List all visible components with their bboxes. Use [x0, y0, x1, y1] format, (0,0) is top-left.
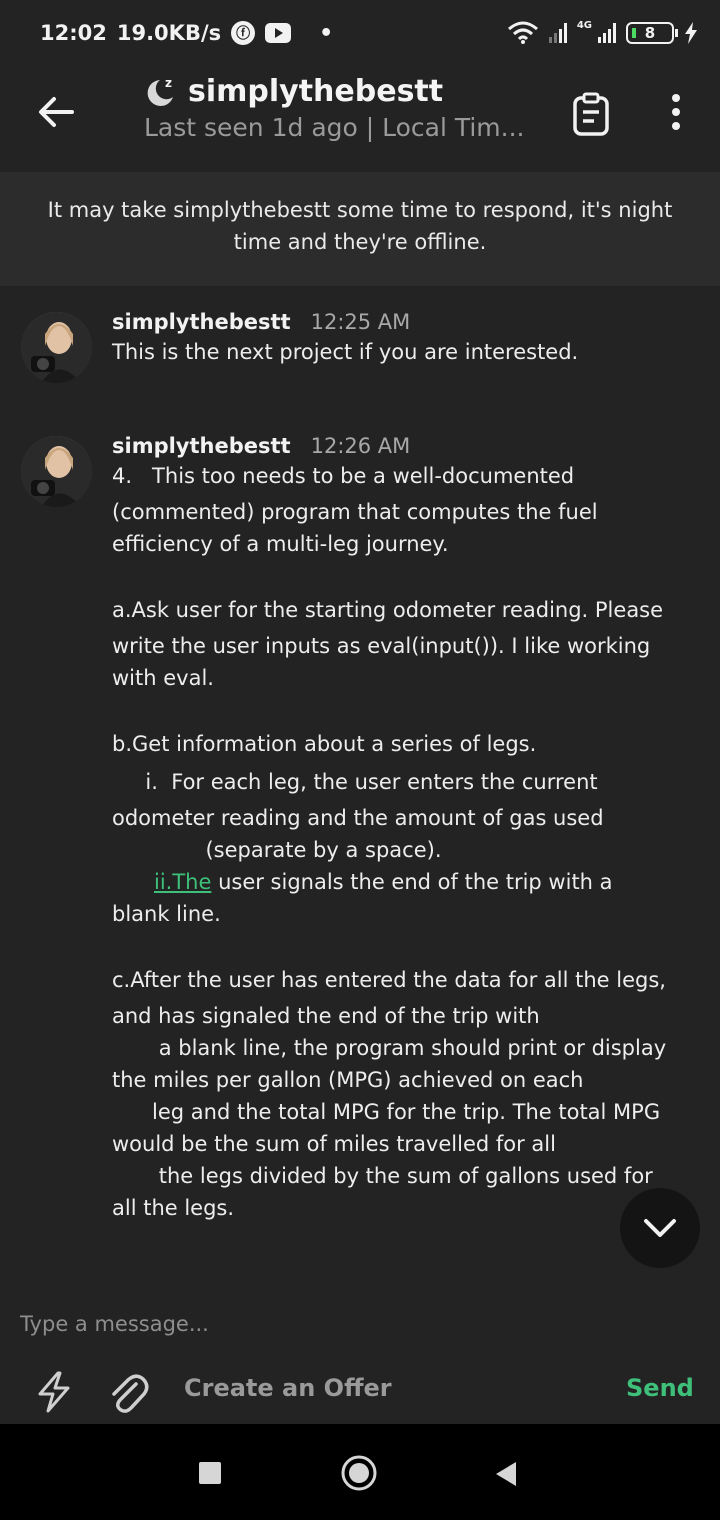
message-text-line: and has signaled the end of the trip wit… [112, 1004, 540, 1028]
status-bar: 12:02 19.0KB/s ⓕ • 4G 8 [0, 0, 720, 66]
message-text-line: the legs divided by the sum of gallons u… [112, 1164, 653, 1188]
scroll-down-chevron-icon [644, 1219, 676, 1237]
avatar-image [21, 312, 92, 383]
wifi-icon [507, 21, 538, 44]
message-text-line: odometer reading and the amount of gas u… [112, 806, 604, 830]
more-vertical-icon[interactable] [662, 92, 690, 136]
message-time: 12:26 AM [310, 434, 411, 458]
paperclip-icon[interactable] [106, 1370, 150, 1414]
message-text-line: a blank line, the program should print o… [112, 1036, 667, 1060]
notification-badge-icon: ⓕ [231, 21, 256, 45]
chat-title[interactable]: z simplythebestt Last seen 1d ago | Loca… [144, 74, 525, 142]
message-text-line: would be the sum of miles travelled for … [112, 1132, 556, 1156]
message-text-line: leg and the total MPG for the trip. The … [112, 1100, 661, 1124]
message-text-line: (separate by a space). [112, 838, 442, 862]
message-text: This is the next project if you are inte… [112, 340, 579, 364]
message-text-line: (commented) program that computes the fu… [112, 500, 598, 524]
message-text-line: i. For each leg, the user enters the cur… [112, 770, 598, 794]
signal-icon [548, 23, 567, 43]
scroll-down-button[interactable] [620, 1188, 700, 1268]
message-composer: Create an Offer Send [0, 1290, 720, 1424]
charging-icon [685, 22, 697, 44]
status-speed: 19.0KB/s [116, 21, 222, 45]
message-text-line: write the user inputs as eval(input()). … [112, 634, 651, 658]
lightning-icon[interactable] [34, 1370, 74, 1414]
home-circle-icon[interactable] [340, 1454, 378, 1492]
create-offer-button[interactable]: Create an Offer [184, 1374, 392, 1402]
message-time: 12:25 AM [310, 310, 411, 334]
network-type-label: 4G [576, 19, 592, 31]
message-text-fragment: user signals the end of the trip with a [211, 870, 613, 894]
more-notifications-dot-icon: • [319, 20, 334, 46]
sleep-moon-icon: z [147, 76, 173, 106]
recents-square-icon[interactable] [199, 1462, 221, 1484]
last-seen-status: Last seen 1d ago | Local Tim... [144, 113, 525, 142]
message-input[interactable] [20, 1306, 680, 1342]
clipboard-icon[interactable] [572, 92, 610, 136]
svg-text:z: z [165, 76, 172, 90]
back-arrow-icon[interactable] [36, 92, 76, 132]
avatar-image [21, 436, 92, 507]
chat-username: simplythebestt [188, 74, 444, 109]
battery-icon: 8 [626, 22, 678, 44]
chat-header: z simplythebestt Last seen 1d ago | Loca… [0, 66, 720, 166]
status-time: 12:02 [40, 21, 107, 45]
message-body: 4. This too needs to be a well-documente… [112, 464, 712, 1244]
message-sender[interactable]: simplythebestt [112, 434, 291, 458]
message-text-line: all the legs. [112, 1196, 235, 1220]
message-item: simplythebestt 12:25 AM This is the next… [0, 306, 720, 396]
message-text-line: a.Ask user for the starting odometer rea… [112, 598, 664, 622]
message-text-line-with-link: ii.The user signals the end of the trip … [154, 870, 613, 894]
message-text-line: 4. This too needs to be a well-documente… [112, 464, 575, 488]
message-sender[interactable]: simplythebestt [112, 310, 291, 334]
message-text-line: c.After the user has entered the data fo… [112, 968, 666, 992]
message-text-line: with eval. [112, 666, 214, 690]
signal-4g-icon [598, 23, 616, 43]
message-text-line: b.Get information about a series of legs… [112, 732, 537, 756]
back-triangle-icon[interactable] [494, 1460, 518, 1488]
message-text-line: blank line. [112, 902, 221, 926]
avatar[interactable] [21, 312, 92, 383]
message-text-line: efficiency of a multi-leg journey. [112, 532, 449, 556]
message-link[interactable]: ii.The [154, 870, 211, 894]
message-item: simplythebestt 12:26 AM 4. This too need… [0, 430, 720, 1250]
offline-notice: It may take simplythebestt some time to … [0, 172, 720, 286]
youtube-icon [265, 23, 292, 43]
avatar[interactable] [21, 436, 92, 507]
message-text-line: the miles per gallon (MPG) achieved on e… [112, 1068, 584, 1092]
battery-level: 8 [644, 24, 656, 42]
send-button[interactable]: Send [626, 1374, 694, 1402]
system-nav-bar [0, 1424, 720, 1520]
